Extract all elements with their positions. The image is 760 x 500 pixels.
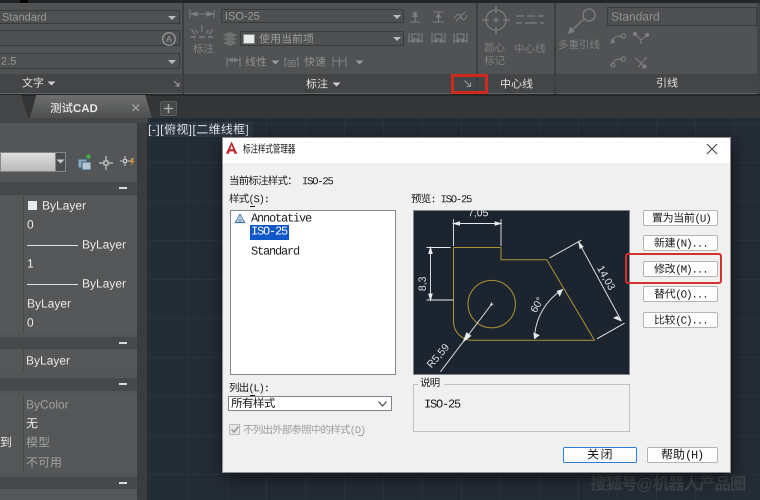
svg-text:A: A xyxy=(166,34,172,44)
